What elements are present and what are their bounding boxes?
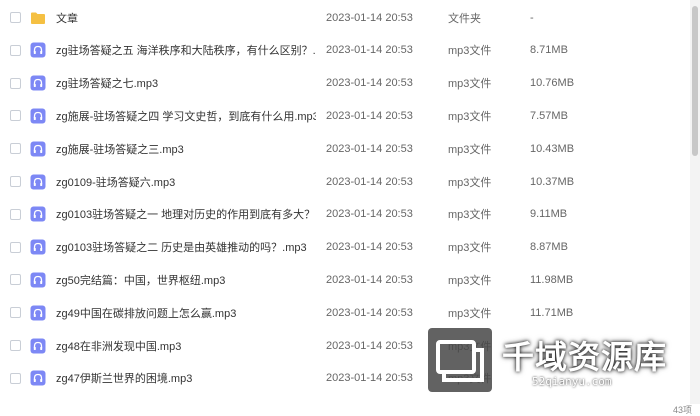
file-row[interactable]: zg施展-驻场答疑之四 学习文史哲，到底有什么用.mp3 2023-01-14 2… <box>0 99 688 132</box>
row-checkbox[interactable] <box>10 77 21 89</box>
file-modified-time: 2023-01-14 20:53 <box>326 109 413 122</box>
row-checkbox[interactable] <box>10 143 21 155</box>
file-name[interactable]: zg50完结篇：中国，世界枢纽.mp3 <box>56 272 316 288</box>
file-modified-time: 2023-01-14 20:53 <box>326 208 413 221</box>
watermark-url: 52qianyu.com <box>532 375 612 388</box>
file-name[interactable]: zg0109-驻场答疑六.mp3 <box>56 174 316 190</box>
audio-icon <box>30 338 46 354</box>
file-type: mp3文件 <box>448 209 492 222</box>
audio-icon <box>30 108 46 124</box>
file-size: 10.37MB <box>530 175 575 188</box>
watermark-logo <box>428 328 492 392</box>
file-row[interactable]: zg0103驻场答疑之二 历史是由英雄推动的吗？.mp3 2023-01-14 2… <box>0 231 688 264</box>
file-type: 文件夹 <box>448 12 481 25</box>
audio-icon <box>30 239 46 255</box>
file-name[interactable]: zg47伊斯兰世界的困境.mp3 <box>56 370 316 386</box>
file-type: mp3文件 <box>448 45 492 58</box>
file-modified-time: 2023-01-14 20:53 <box>326 77 413 90</box>
file-type: mp3文件 <box>448 78 492 91</box>
audio-icon <box>30 272 46 288</box>
audio-icon <box>30 174 46 190</box>
file-modified-time: 2023-01-14 20:53 <box>326 44 413 57</box>
file-name[interactable]: zg49中国在碳排放问题上怎么赢.mp3 <box>56 305 316 321</box>
file-name[interactable]: zg施展-驻场答疑之三.mp3 <box>56 141 316 157</box>
file-name[interactable]: zg驻场答疑之五 海洋秩序和大陆秩序，有什么区别？.m... <box>56 42 316 58</box>
row-checkbox[interactable] <box>10 307 21 319</box>
file-modified-time: 2023-01-14 20:53 <box>326 273 413 286</box>
file-size: 11.98MB <box>530 273 574 286</box>
row-checkbox[interactable] <box>10 340 21 351</box>
audio-icon <box>30 370 46 386</box>
file-type: mp3文件 <box>448 307 492 320</box>
file-size: 8.87MB <box>530 241 568 254</box>
file-size: 11.71MB <box>530 306 574 319</box>
row-checkbox[interactable] <box>10 208 21 220</box>
row-checkbox[interactable] <box>10 12 21 23</box>
audio-icon <box>30 206 46 222</box>
file-modified-time: 2023-01-14 20:53 <box>326 11 413 24</box>
row-checkbox[interactable] <box>10 110 21 122</box>
audio-icon <box>30 141 46 157</box>
audio-icon <box>30 75 46 91</box>
file-row[interactable]: zg0109-驻场答疑六.mp3 2023-01-14 20:53 mp3文件 10.… <box>0 165 688 198</box>
row-checkbox[interactable] <box>10 44 21 56</box>
file-row[interactable]: zg施展-驻场答疑之三.mp3 2023-01-14 20:53 mp3文件 10.4… <box>0 132 688 165</box>
file-type: mp3文件 <box>448 110 492 123</box>
file-size: 8.71MB <box>530 44 568 57</box>
file-type: mp3文件 <box>448 176 492 189</box>
row-checkbox[interactable] <box>10 176 21 187</box>
scrollbar-thumb[interactable] <box>692 6 698 156</box>
file-modified-time: 2023-01-14 20:53 <box>326 241 413 254</box>
file-name[interactable]: zg施展-驻场答疑之四 学习文史哲，到底有什么用.mp3 <box>56 108 316 124</box>
file-size: 7.57MB <box>530 109 568 122</box>
file-row[interactable]: zg0103驻场答疑之一 地理对历史的作用到底有多大？.m... 2023-01-… <box>0 198 688 231</box>
watermark-title: 千域资源库 <box>502 339 668 375</box>
file-size: - <box>530 11 534 24</box>
file-row[interactable]: 文章 2023-01-14 20:53 文件夹 - <box>0 1 688 34</box>
audio-icon <box>30 42 46 58</box>
file-row[interactable]: zg驻场答疑之五 海洋秩序和大陆秩序，有什么区别？.m... 2023-01-14… <box>0 34 688 67</box>
file-size: 10.76MB <box>530 77 575 90</box>
file-type: mp3文件 <box>448 274 492 287</box>
file-size: 9.11MB <box>530 208 568 221</box>
file-type: mp3文件 <box>448 242 492 255</box>
file-row[interactable]: zg50完结篇：中国，世界枢纽.mp3 2023-01-14 20:53 mp3文件… <box>0 263 688 296</box>
file-modified-time: 2023-01-14 20:53 <box>326 142 413 155</box>
file-name[interactable]: zg0103驻场答疑之二 历史是由英雄推动的吗？.mp3 <box>56 239 316 255</box>
file-modified-time: 2023-01-14 20:53 <box>326 372 413 385</box>
file-name[interactable]: zg48在非洲发现中国.mp3 <box>56 338 316 354</box>
row-checkbox[interactable] <box>10 372 21 384</box>
file-type: mp3文件 <box>448 143 492 156</box>
watermark: 千域资源库 52qianyu.com <box>428 322 690 400</box>
file-modified-time: 2023-01-14 20:53 <box>326 306 413 319</box>
file-name[interactable]: zg驻场答疑之七.mp3 <box>56 75 316 91</box>
file-modified-time: 2023-01-14 20:53 <box>326 175 413 188</box>
file-modified-time: 2023-01-14 20:53 <box>326 339 413 352</box>
audio-icon <box>30 305 46 321</box>
folder-icon <box>30 10 46 26</box>
file-size: 10.43MB <box>530 142 575 155</box>
row-checkbox[interactable] <box>10 241 21 253</box>
file-name[interactable]: zg0103驻场答疑之一 地理对历史的作用到底有多大？.m... <box>56 206 316 222</box>
item-count: 43项 <box>672 405 692 415</box>
file-name[interactable]: 文章 <box>56 10 316 26</box>
file-row[interactable]: zg驻场答疑之七.mp3 2023-01-14 20:53 mp3文件 10.76MB <box>0 67 688 100</box>
row-checkbox[interactable] <box>10 274 21 286</box>
